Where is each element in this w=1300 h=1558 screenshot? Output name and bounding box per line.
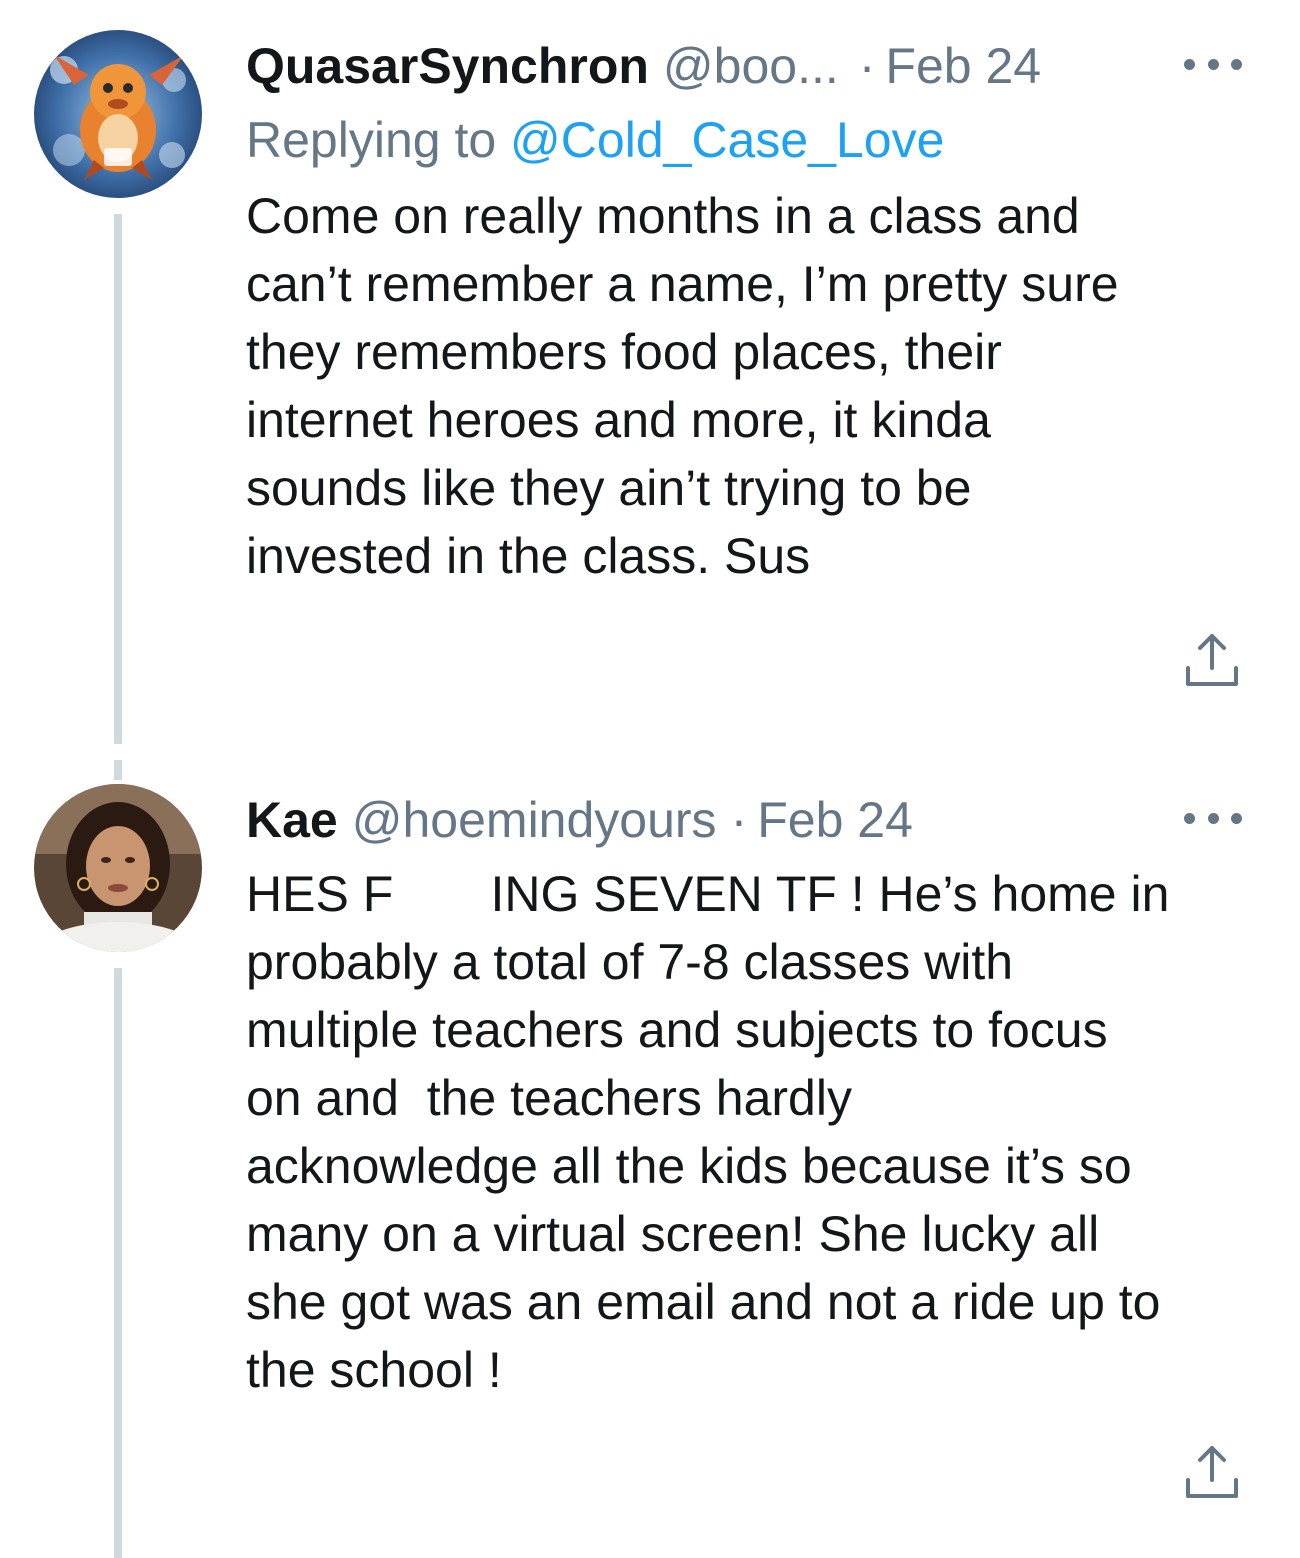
tweet-date[interactable]: Feb 24 [885, 36, 1041, 96]
thread-line [114, 214, 122, 744]
tweet-text: HES F ING SEVEN TF ! He’s home in probab… [246, 860, 1256, 1404]
dragon-avatar-icon[interactable] [34, 30, 202, 198]
tweet-text-line: acknowledge all the kids because it’s so [246, 1138, 1132, 1194]
tweet-text-line: Come on really months in a class and [246, 188, 1080, 244]
author-handle[interactable]: @hoemindyours [352, 790, 717, 850]
thread-line [114, 968, 122, 1558]
tweet-text-line: can’t remember a name, I’m pretty sure [246, 256, 1119, 312]
tweet-text-line: on and the teachers hardly [246, 1070, 852, 1126]
tweet-text: Come on really months in a class and can… [246, 182, 1256, 590]
tweet-1[interactable]: QuasarSynchron @boo... · Feb 24 Replying… [0, 0, 1300, 760]
thread-line-top [114, 760, 122, 780]
replying-to-label: Replying to [246, 112, 511, 168]
tweet-text-line: probably a total of 7-8 classes with [246, 934, 1014, 990]
tweet-text-line: HES F ING SEVEN TF ! He’s home in [246, 866, 1170, 922]
tweet-text-line: she got was an email and not a ride up t… [246, 1274, 1161, 1330]
tweet-header: Kae @hoemindyours · Feb 24 [246, 790, 913, 850]
tweet-text-line: multiple teachers and subjects to focus [246, 1002, 1108, 1058]
person-avatar-icon[interactable] [34, 784, 202, 952]
more-options-icon[interactable] [1184, 54, 1242, 74]
author-name[interactable]: Kae [246, 790, 338, 850]
author-name[interactable]: QuasarSynchron [246, 36, 649, 96]
share-icon[interactable] [1180, 628, 1244, 692]
replying-to: Replying to @Cold_Case_Love [246, 110, 944, 170]
share-icon[interactable] [1180, 1440, 1244, 1504]
replying-to-mention[interactable]: @Cold_Case_Love [510, 112, 944, 168]
tweet-text-line: sounds like they ain’t trying to be [246, 460, 972, 516]
tweet-text-line: the school ! [246, 1342, 502, 1398]
separator-dot: · [858, 38, 876, 94]
tweet-header: QuasarSynchron @boo... · Feb 24 [246, 36, 1041, 96]
more-options-icon[interactable] [1184, 808, 1242, 828]
tweet-text-line: invested in the class. Sus [246, 528, 811, 584]
tweet-2[interactable]: Kae @hoemindyours · Feb 24 HES F ING SEV… [0, 760, 1300, 1558]
author-handle[interactable]: @boo... [663, 36, 839, 96]
tweet-text-line: they remembers food places, their [246, 324, 1002, 380]
separator-dot: · [730, 792, 748, 848]
tweet-text-line: many on a virtual screen! She lucky all [246, 1206, 1100, 1262]
tweet-text-line: internet heroes and more, it kinda [246, 392, 991, 448]
tweet-date[interactable]: Feb 24 [757, 790, 913, 850]
